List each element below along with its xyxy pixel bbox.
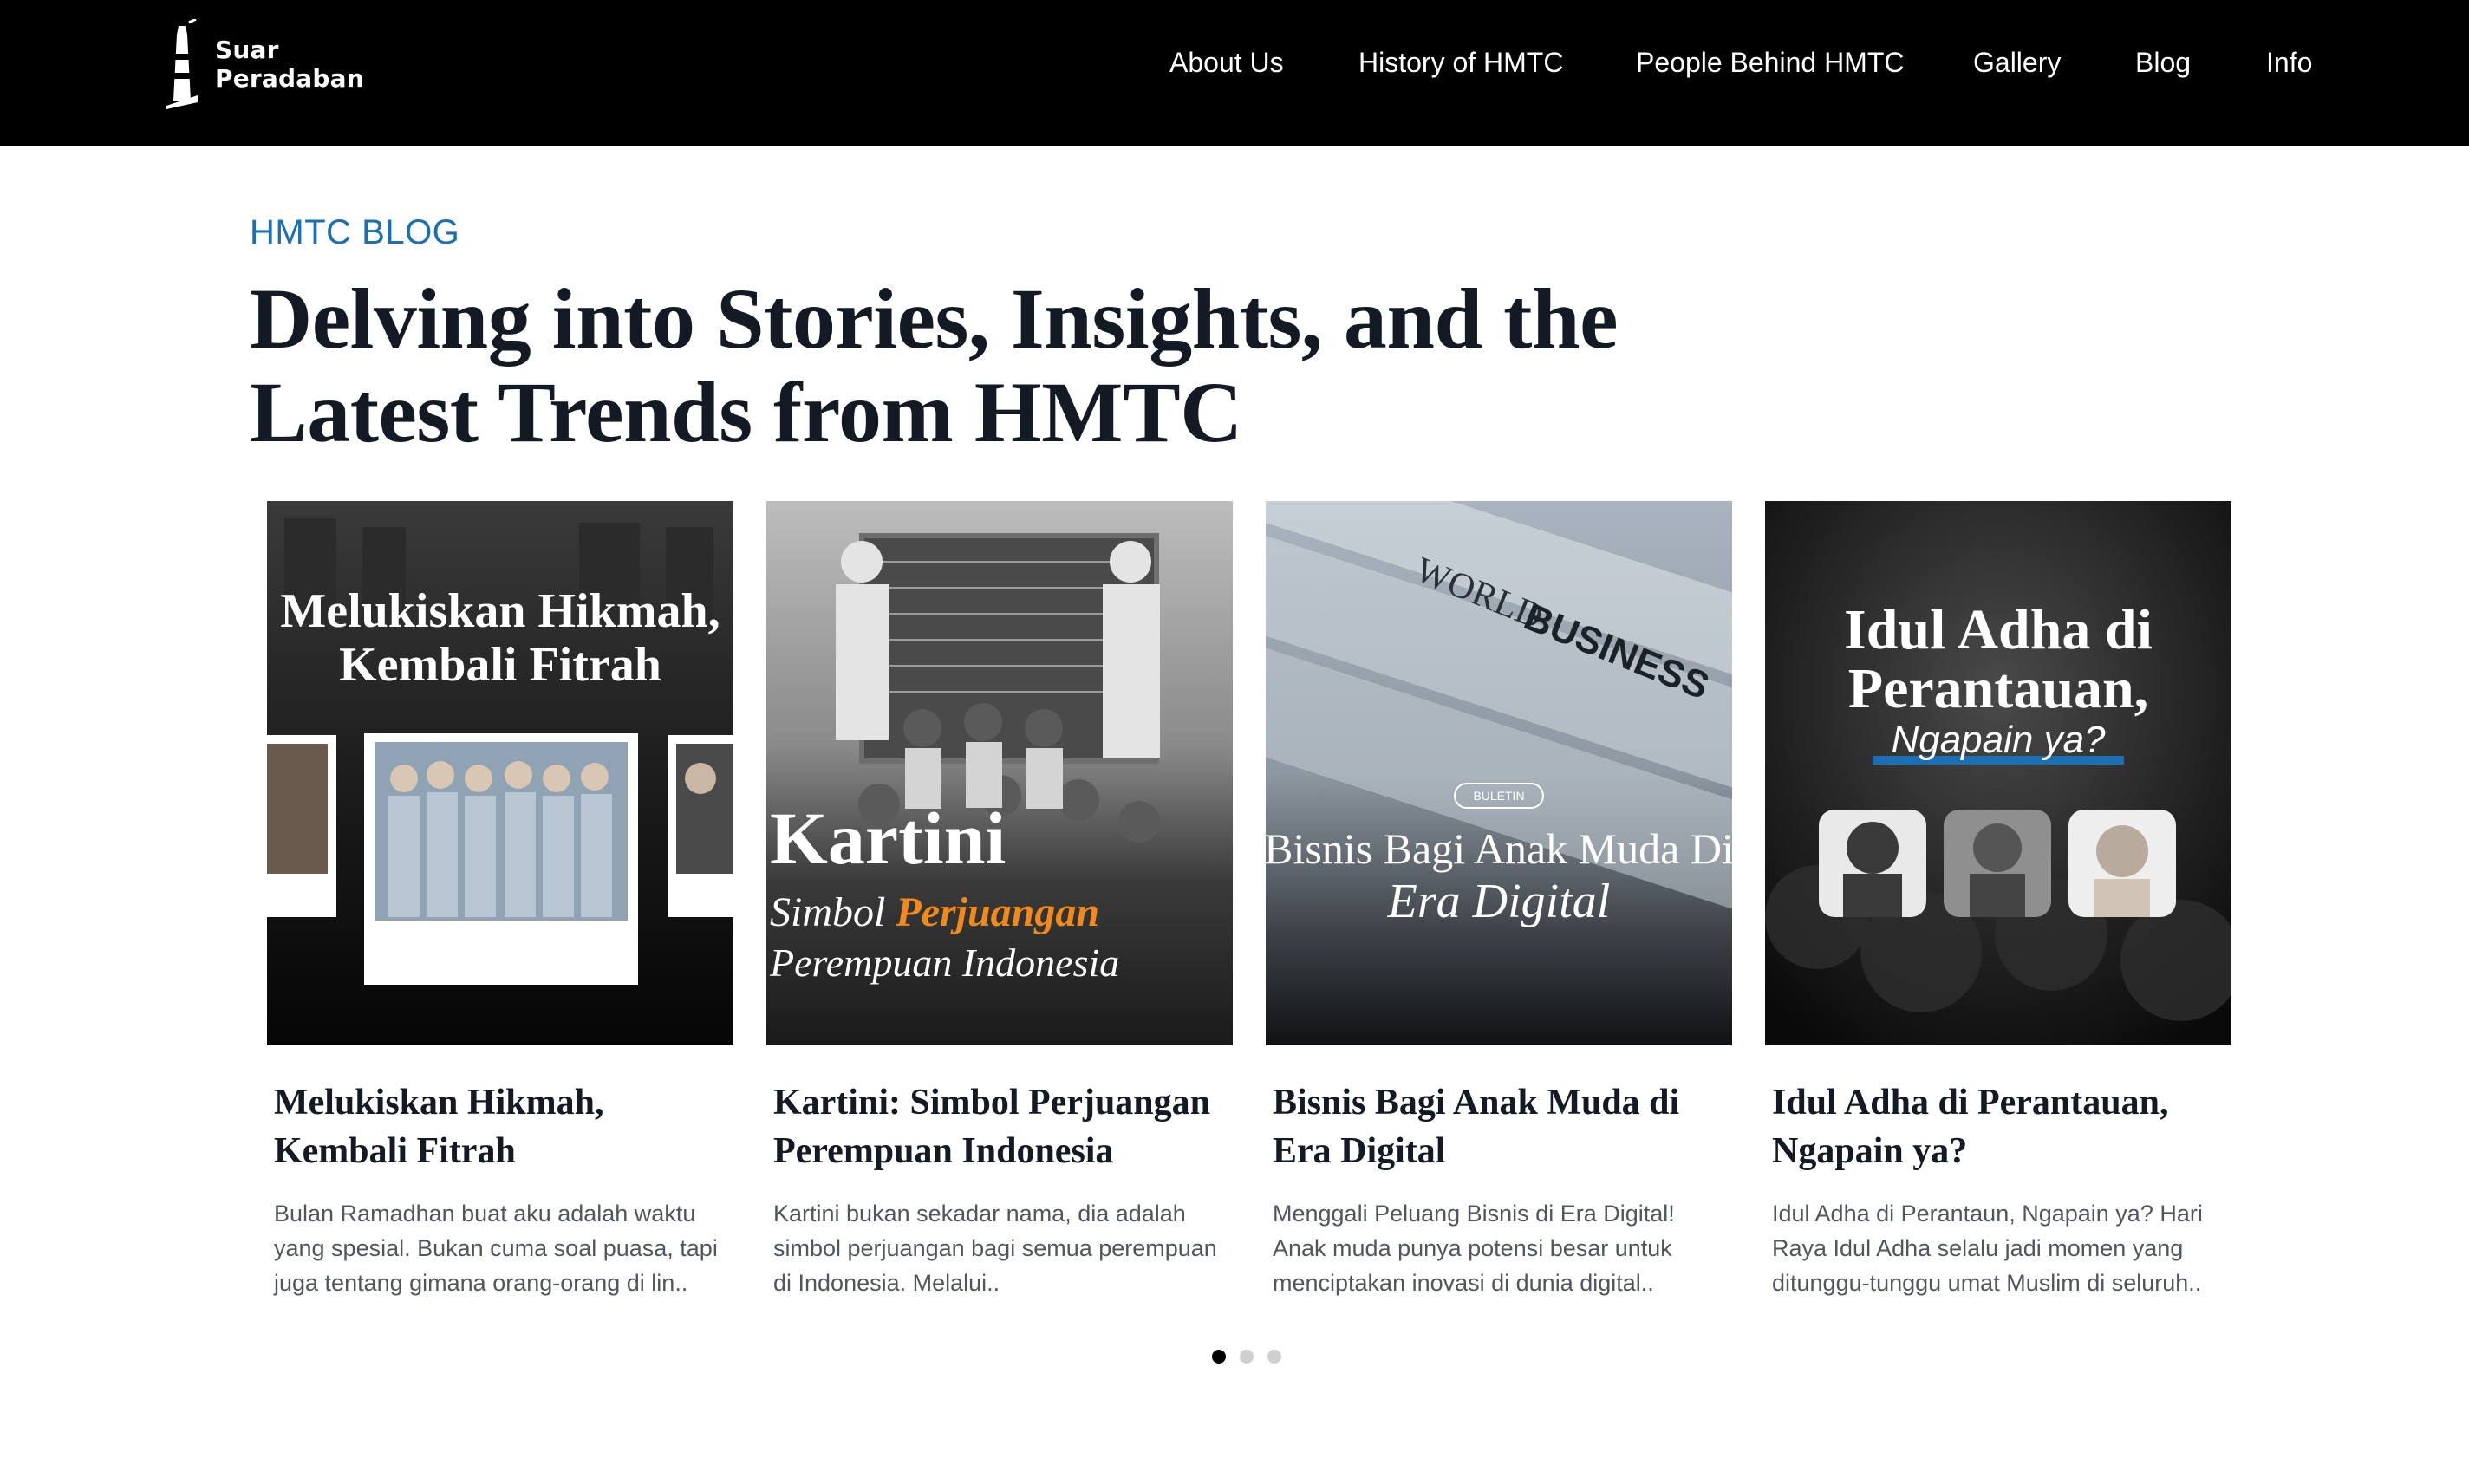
nav-people-behind-hmtc[interactable]: People Behind HMTC [1636,45,1904,80]
thumb-text: Perantauan, [1848,657,2149,720]
page-title-line1: Delving into Stories, Insights, and the [250,270,1618,367]
thumbnail-image: WORLD BUSINESS BULETIN Bisnis Bagi Anak … [1266,501,1732,1045]
thumb-text: Kembali Fitrah [339,638,661,692]
blog-card-title[interactable]: Melukiskan Hikmah, Kembali Fitrah [274,1078,726,1175]
thumb-text-part: Simbol [770,889,896,935]
thumb-text: Simbol Perjuangan [770,889,1099,935]
top-navbar: Suar Peradaban About Us History of HMTC … [0,0,2469,146]
thumbnail-image: Kartini Simbol Perjuangan Perempuan Indo… [766,501,1233,1045]
blog-card-thumbnail[interactable]: Melukiskan Hikmah, Kembali Fitrah [267,501,733,1045]
blog-card-thumbnail[interactable]: Idul Adha di Perantauan, Ngapain ya? [1765,501,2231,1045]
carousel-dot[interactable] [1267,1350,1281,1364]
blog-card-title[interactable]: Kartini: Simbol Perjuangan Perempuan Ind… [773,1078,1226,1175]
carousel-pagination [1212,1350,1281,1364]
nav-about-us[interactable]: About Us [1169,45,1284,80]
blog-card[interactable]: Idul Adha di Perantauan, Ngapain ya? Idu… [1765,501,2231,1300]
thumbnail-image: Melukiskan Hikmah, Kembali Fitrah [267,501,733,1045]
section-eyebrow: HMTC BLOG [250,213,460,251]
thumb-text: Era Digital [1387,875,1611,928]
thumb-text: Idul Adha di [1844,598,2153,661]
blog-card[interactable]: Melukiskan Hikmah, Kembali Fitrah Meluki… [267,501,733,1300]
page-title-line2: Latest Trends from HMTC [250,364,1242,460]
thumb-text: Perempuan Indonesia [769,941,1119,985]
blog-card-excerpt: Bulan Ramadhan buat aku adalah waktu yan… [274,1201,718,1296]
thumb-text: Kartini [770,797,1006,880]
blog-card-excerpt: Menggali Peluang Bisnis di Era Digital! … [1273,1201,1675,1296]
blog-card[interactable]: WORLD BUSINESS BULETIN Bisnis Bagi Anak … [1266,501,1732,1300]
thumb-badge: BULETIN [1473,789,1524,803]
thumb-text: Melukiskan Hikmah, [280,584,720,638]
nav-blog[interactable]: Blog [2135,45,2191,80]
page-title: Delving into Stories, Insights, and the … [250,272,1810,459]
nav-gallery[interactable]: Gallery [1973,45,2061,80]
carousel-dot[interactable] [1240,1350,1254,1364]
blog-card-excerpt: Kartini bukan sekadar nama, dia adalah s… [773,1201,1217,1296]
nav-history-of-hmtc[interactable]: History of HMTC [1358,45,1563,80]
thumb-text-highlight: Perjuangan [895,889,1099,935]
blog-card-title[interactable]: Idul Adha di Perantauan, Ngapain ya? [1772,1078,2225,1175]
blog-card[interactable]: Kartini Simbol Perjuangan Perempuan Indo… [766,501,1233,1300]
blog-card-title[interactable]: Bisnis Bagi Anak Muda di Era Digital [1273,1078,1725,1175]
carousel-dot[interactable] [1212,1350,1226,1364]
blog-card-thumbnail[interactable]: Kartini Simbol Perjuangan Perempuan Indo… [766,501,1233,1045]
thumb-text: Bisnis Bagi Anak Muda Di [1266,824,1732,873]
blog-card-thumbnail[interactable]: WORLD BUSINESS BULETIN Bisnis Bagi Anak … [1266,501,1732,1045]
blog-card-excerpt: Idul Adha di Perantaun, Ngapain ya? Hari… [1772,1201,2203,1296]
thumbnail-image: Idul Adha di Perantauan, Ngapain ya? [1765,501,2231,1045]
thumb-text: Ngapain ya? [1891,719,2106,761]
main-nav: About Us History of HMTC People Behind H… [0,0,2469,146]
nav-info[interactable]: Info [2266,45,2312,80]
